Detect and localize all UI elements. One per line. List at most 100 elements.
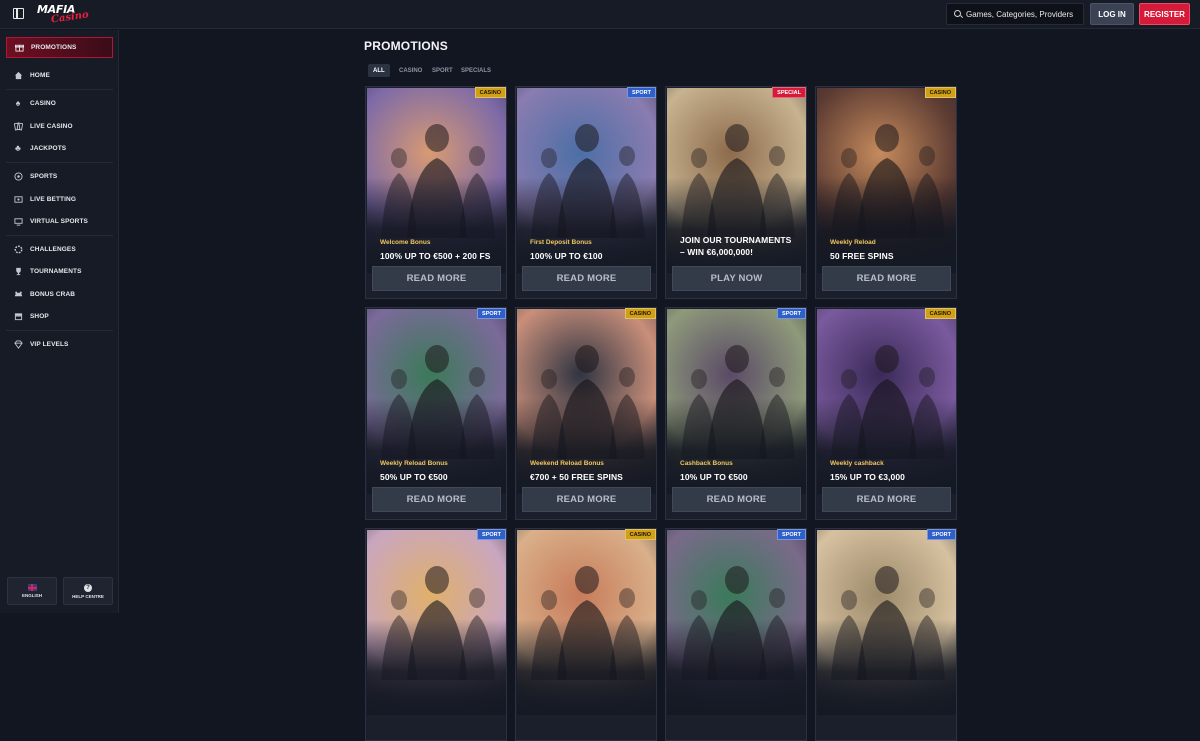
sidebar-item-live-casino[interactable]: LIVE CASINO: [6, 116, 113, 137]
read-more-button[interactable]: READ MORE: [522, 266, 651, 291]
help-label: HELP CENTRE: [72, 593, 104, 599]
logo[interactable]: MAFIA Casino: [37, 3, 89, 26]
filter-tab-sport[interactable]: SPORT: [427, 64, 458, 77]
help-centre-button[interactable]: ? HELP CENTRE: [63, 577, 113, 605]
sidebar-item-label: JACKPOTS: [30, 145, 67, 152]
promo-headline: 50% UP TO €500: [380, 472, 448, 482]
clover-icon: ♣: [15, 143, 21, 153]
category-badge: SPORT: [777, 529, 806, 540]
sidebar-item-label: CASINO: [30, 100, 56, 107]
read-more-button[interactable]: READ MORE: [672, 487, 801, 512]
promo-subtitle: First Deposit Bonus: [530, 239, 592, 246]
sidebar-item-label: LIVE CASINO: [30, 123, 73, 130]
sidebar-item-label: CHALLENGES: [30, 246, 76, 253]
crab-icon: [13, 290, 23, 300]
sidebar-item-label: PROMOTIONS: [31, 44, 77, 51]
shop-icon: [13, 312, 23, 322]
sidebar-item-promotions[interactable]: PROMOTIONS: [6, 37, 113, 58]
promo-shade: [517, 619, 656, 715]
sidebar-item-sports[interactable]: SPORTS: [6, 166, 113, 187]
sidebar-item-casino[interactable]: ♠ CASINO: [6, 93, 113, 114]
search-input[interactable]: [966, 6, 1081, 22]
sidebar-item-vip-levels[interactable]: VIP LEVELS: [6, 334, 113, 355]
promo-card[interactable]: CASINO Weekly Reload 50 FREE SPINS READ MOR…: [815, 86, 957, 299]
read-more-button[interactable]: READ MORE: [522, 487, 651, 512]
sidebar-item-label: HOME: [30, 72, 50, 79]
sidebar-item-home[interactable]: HOME: [6, 65, 113, 86]
promo-shade: [817, 619, 956, 715]
search-icon: [954, 10, 961, 17]
sidebar-item-challenges[interactable]: CHALLENGES: [6, 239, 113, 260]
sidebar-item-bonus-crab[interactable]: BONUS CRAB: [6, 284, 113, 305]
promo-subtitle: Weekly Reload: [830, 239, 876, 246]
sidebar-item-live-betting[interactable]: LIVE BETTING: [6, 189, 113, 210]
promo-card[interactable]: SPORT: [815, 528, 957, 741]
language-label: ENGLISH: [21, 593, 42, 598]
promo-card[interactable]: CASINO Welcome Bonus 100% UP TO €500 + 200…: [365, 86, 507, 299]
promo-headline: 50 FREE SPINS: [830, 251, 894, 261]
sidebar-item-label: SHOP: [30, 313, 49, 320]
read-more-button[interactable]: READ MORE: [372, 266, 501, 291]
promo-card[interactable]: SPORT First Deposit Bonus 100% UP TO €100 R…: [515, 86, 657, 299]
promo-headline: JOIN OUR TOURNAMENTS – WIN €6,000,000!: [680, 235, 792, 257]
promo-headline: €700 + 50 FREE SPINS: [530, 472, 623, 482]
promo-card[interactable]: CASINO Weekend Reload Bonus €700 + 50 FREE…: [515, 307, 657, 520]
sidebar-toggle-icon[interactable]: [13, 8, 24, 19]
promo-subtitle: Cashback Bonus: [680, 460, 733, 467]
category-badge: CASINO: [624, 308, 656, 319]
sidebar-item-virtual-sports[interactable]: VIRTUAL SPORTS: [6, 211, 113, 232]
promo-headline: 100% UP TO €500 + 200 FS: [380, 251, 491, 261]
promo-headline: 100% UP TO €100: [530, 251, 603, 261]
promo-subtitle: Welcome Bonus: [380, 239, 431, 246]
challenges-icon: [13, 245, 23, 255]
category-badge: CASINO: [924, 308, 956, 319]
promo-card[interactable]: CASINO Weekly cashback 15% UP TO €3,000 REA…: [815, 307, 957, 520]
category-badge: SPORT: [627, 87, 656, 98]
language-button[interactable]: ENGLISH: [7, 577, 57, 605]
read-more-button[interactable]: READ MORE: [822, 487, 951, 512]
category-badge: CASINO: [924, 87, 956, 98]
sidebar-item-label: LIVE BETTING: [30, 196, 76, 203]
promo-headline: 15% UP TO €3,000: [830, 472, 905, 482]
sidebar-divider: [6, 162, 113, 163]
uk-flag-icon: [27, 584, 37, 591]
promo-card[interactable]: SPORT Cashback Bonus 10% UP TO €500 READ MO…: [665, 307, 807, 520]
category-badge: SPORT: [477, 529, 506, 540]
top-bar: MAFIA Casino LOG IN REGISTER: [0, 0, 1200, 29]
help-icon: ?: [84, 583, 92, 592]
filter-tab-specials[interactable]: SPECIALS: [456, 64, 496, 77]
sidebar-item-jackpots[interactable]: ♣ JACKPOTS: [6, 138, 113, 159]
promo-card[interactable]: SPECIAL JOIN OUR TOURNAMENTS – WIN €6,000…: [665, 86, 807, 299]
sidebar-item-label: VIP LEVELS: [30, 341, 69, 348]
search-box[interactable]: [946, 3, 1084, 25]
promo-card[interactable]: CASINO: [515, 528, 657, 741]
login-button[interactable]: LOG IN: [1090, 3, 1134, 25]
sidebar-item-label: BONUS CRAB: [30, 291, 76, 298]
category-badge: CASINO: [474, 87, 506, 98]
register-button[interactable]: REGISTER: [1139, 3, 1190, 25]
home-icon: [13, 71, 23, 81]
play-now-button[interactable]: PLAY NOW: [672, 266, 801, 291]
ball-icon: [13, 172, 23, 182]
filter-tab-casino[interactable]: CASINO: [394, 64, 427, 77]
promo-shade: [667, 619, 806, 715]
promo-card[interactable]: SPORT: [665, 528, 807, 741]
sidebar-item-tournaments[interactable]: TOURNAMENTS: [6, 261, 113, 282]
filter-tab-all[interactable]: ALL: [368, 64, 390, 77]
sidebar-divider: [6, 235, 113, 236]
sidebar-divider: [6, 89, 113, 90]
promo-card[interactable]: SPORT Weekly Reload Bonus 50% UP TO €500 RE…: [365, 307, 507, 520]
sidebar-item-shop[interactable]: SHOP: [6, 306, 113, 327]
read-more-button[interactable]: READ MORE: [372, 487, 501, 512]
diamond-icon: [13, 340, 23, 350]
sidebar-item-label: SPORTS: [30, 173, 58, 180]
sidebar-divider: [6, 330, 113, 331]
promo-shade: [367, 619, 506, 715]
promo-card[interactable]: SPORT: [365, 528, 507, 741]
category-badge: SPECIAL: [772, 87, 806, 98]
read-more-button[interactable]: READ MORE: [822, 266, 951, 291]
promo-subtitle: Weekly cashback: [830, 460, 884, 467]
gift-icon: [14, 43, 24, 53]
sidebar: PROMOTIONS HOME ♠ CASINO LIVE CASINO ♣ J…: [0, 30, 119, 613]
sidebar-item-label: VIRTUAL SPORTS: [30, 218, 88, 225]
